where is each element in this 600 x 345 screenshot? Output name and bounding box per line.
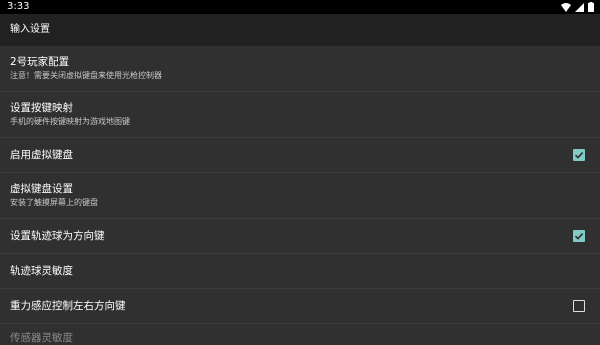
setting-virtual-keyboard-settings[interactable]: 虚拟键盘设置 安装了触摸屏幕上的键盘 [0,173,600,219]
setting-title: 重力感应控制左右方向键 [10,300,126,312]
setting-player2-config[interactable]: 2号玩家配置 注意！需要关闭虚拟键盘来使用光枪控制器 [0,46,600,92]
setting-trackball-as-dpad[interactable]: 设置轨迹球为方向键 [0,219,600,254]
setting-title: 启用虚拟键盘 [10,149,73,161]
setting-sensor-sensitivity[interactable]: 传感器灵敏度 [0,324,600,344]
status-time: 3:33 [7,1,30,12]
status-icons [561,2,594,12]
page-title: 输入设置 [10,24,50,35]
setting-subtitle: 注意！需要关闭虚拟键盘来使用光枪控制器 [10,71,162,80]
setting-title: 2号玩家配置 [10,56,70,68]
settings-list: 2号玩家配置 注意！需要关闭虚拟键盘来使用光枪控制器 设置按键映射 手机的硬件按… [0,46,600,344]
setting-subtitle: 安装了触摸屏幕上的键盘 [10,198,98,207]
check-icon [574,152,584,159]
signal-icon [575,2,584,12]
trackball-dpad-checkbox[interactable] [573,230,585,242]
wifi-icon [561,2,571,12]
setting-key-mapping[interactable]: 设置按键映射 手机的硬件按键映射为游戏地图键 [0,92,600,138]
setting-title: 虚拟键盘设置 [10,183,73,195]
check-icon [574,233,584,240]
virtual-keyboard-checkbox[interactable] [573,149,585,161]
app-bar: 输入设置 [0,14,600,46]
setting-title: 传感器灵敏度 [10,332,73,344]
setting-title: 设置按键映射 [10,102,73,114]
gravity-control-checkbox[interactable] [573,300,585,312]
setting-subtitle: 手机的硬件按键映射为游戏地图键 [10,117,130,126]
setting-trackball-sensitivity[interactable]: 轨迹球灵敏度 [0,254,600,289]
setting-enable-virtual-keyboard[interactable]: 启用虚拟键盘 [0,138,600,173]
setting-title: 设置轨迹球为方向键 [10,230,105,242]
battery-icon [588,2,594,12]
setting-gravity-control[interactable]: 重力感应控制左右方向键 [0,289,600,324]
setting-title: 轨迹球灵敏度 [10,265,73,277]
status-bar: 3:33 [0,0,600,14]
